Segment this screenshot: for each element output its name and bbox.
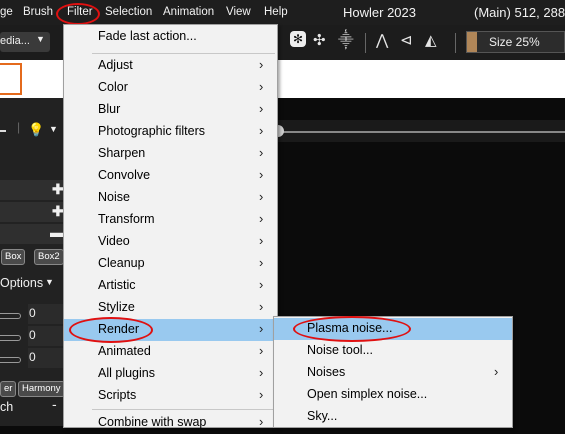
chevron-right-icon: › (494, 364, 499, 379)
menu-separator (92, 53, 275, 54)
chevron-down-icon[interactable]: ▼ (49, 124, 58, 134)
status-coords: (Main) 512, 288 (474, 5, 565, 20)
chevron-down-icon[interactable]: ▼ (45, 277, 54, 287)
perspective-icon[interactable]: ⋀ (376, 31, 388, 51)
chevron-right-icon: › (259, 167, 264, 182)
minus-icon[interactable] (0, 130, 6, 132)
chevron-right-icon: › (259, 365, 264, 380)
chevron-right-icon: › (259, 321, 264, 336)
chevron-right-icon: › (259, 343, 264, 358)
menu-selection[interactable]: Selection (105, 6, 152, 18)
menu-animation[interactable]: Animation (163, 6, 214, 18)
panel-row: ✚ (0, 202, 64, 222)
menu-item-combine-with-swap[interactable]: Combine with swap › (64, 412, 277, 434)
chevron-right-icon: › (259, 189, 264, 204)
chevron-right-icon: › (259, 57, 264, 72)
menu-brush[interactable]: Brush (23, 6, 53, 18)
warp-tool-icon[interactable]: ⸎ (338, 31, 354, 51)
menu-item-scripts[interactable]: Scripts › (64, 385, 277, 407)
menu-item-animated[interactable]: Animated › (64, 341, 277, 363)
menu-item-photographic-filters[interactable]: Photographic filters › (64, 121, 277, 143)
tab-box[interactable]: Box (1, 249, 26, 265)
bottom-label: ch (0, 400, 14, 414)
mini-slider[interactable] (0, 335, 21, 341)
panel-row: ✚ (0, 180, 64, 200)
menu-item-video[interactable]: Video › (64, 231, 277, 253)
color-swatch[interactable] (467, 32, 477, 52)
filter-menu: Fade last action... Adjust › Color › Blur ›… (63, 24, 278, 429)
menu-image[interactable]: ge (0, 6, 13, 18)
menu-item-transform[interactable]: Transform › (64, 209, 277, 231)
menu-item-noises[interactable]: Noises › (274, 362, 512, 384)
skew-icon[interactable]: ⊲ (400, 31, 413, 51)
chevron-right-icon: › (259, 414, 264, 429)
menu-item-noise-tool[interactable]: Noise tool... (274, 340, 512, 362)
chevron-right-icon: › (259, 233, 264, 248)
menu-item-noise[interactable]: Noise › (64, 187, 277, 209)
toolbar-divider (455, 33, 456, 53)
chevron-right-icon: › (259, 299, 264, 314)
shear-icon[interactable]: ◭ (425, 31, 437, 51)
chevron-right-icon: › (259, 387, 264, 402)
annotation-circle-filter (56, 3, 100, 25)
annotation-circle-plasma-noise (293, 316, 411, 342)
tab-er[interactable]: er (0, 381, 17, 397)
menu-item-convolve[interactable]: Convolve › (64, 165, 277, 187)
chevron-right-icon: › (259, 123, 264, 138)
minus-icon[interactable]: ▬ (50, 224, 64, 240)
menu-help[interactable]: Help (264, 6, 288, 18)
menu-item-sky[interactable]: Sky... (274, 406, 512, 428)
chevron-right-icon: › (259, 277, 264, 292)
tab-box2[interactable]: Box2 (34, 249, 64, 265)
menu-item-color[interactable]: Color › (64, 77, 277, 99)
bulb-icon[interactable]: 💡 (28, 122, 44, 138)
plus-icon[interactable]: ✚ (52, 203, 64, 220)
chevron-right-icon: › (259, 101, 264, 116)
chevron-right-icon: › (259, 211, 264, 226)
crosshair-tool-icon[interactable]: ✣ (313, 31, 326, 51)
menu-item-fade-last-action[interactable]: Fade last action... (64, 26, 277, 48)
menu-item-cleanup[interactable]: Cleanup › (64, 253, 277, 275)
size-control[interactable]: Size 25% (466, 31, 565, 53)
gear-icon[interactable]: ✻ (290, 31, 306, 47)
menu-separator (92, 409, 275, 410)
chevron-right-icon: › (259, 145, 264, 160)
media-dropdown[interactable]: edia... ▼ (0, 32, 50, 52)
menu-item-blur[interactable]: Blur › (64, 99, 277, 121)
selected-thumbnail[interactable] (0, 63, 22, 95)
menu-item-artistic[interactable]: Artistic › (64, 275, 277, 297)
plus-icon[interactable]: ✚ (52, 181, 64, 198)
annotation-circle-render (69, 317, 153, 343)
menu-item-adjust[interactable]: Adjust › (64, 55, 277, 77)
chevron-down-icon: ▼ (36, 34, 45, 44)
chevron-right-icon: › (259, 79, 264, 94)
divider: | (17, 120, 21, 134)
toolbar-divider (365, 33, 366, 53)
menu-view[interactable]: View (226, 6, 251, 18)
panel-row: ▬ (0, 224, 64, 244)
app-title: Howler 2023 (343, 5, 416, 20)
mini-slider[interactable] (0, 357, 21, 363)
menu-item-stylize[interactable]: Stylize › (64, 297, 277, 319)
minus-icon[interactable]: - (52, 396, 57, 412)
menu-item-all-plugins[interactable]: All plugins › (64, 363, 277, 385)
options-label[interactable]: Options (0, 276, 43, 290)
chevron-right-icon: › (259, 255, 264, 270)
mini-slider[interactable] (0, 313, 21, 319)
menu-item-open-simplex-noise[interactable]: Open simplex noise... (274, 384, 512, 406)
menu-item-sharpen[interactable]: Sharpen › (64, 143, 277, 165)
tab-harmony[interactable]: Harmony (18, 381, 65, 397)
slider-track[interactable] (270, 131, 565, 133)
